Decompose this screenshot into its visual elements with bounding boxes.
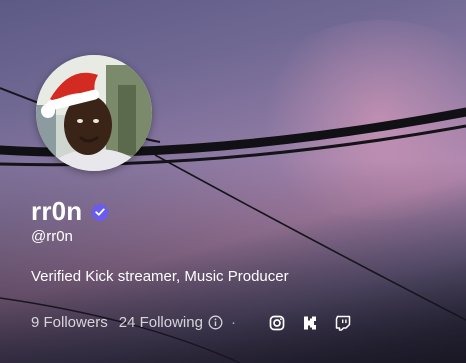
avatar[interactable] (36, 55, 152, 171)
bio-text: Verified Kick streamer, Music Producer (31, 268, 289, 285)
name-row: rr0n (31, 196, 110, 227)
following-label: Following (139, 314, 203, 331)
followers-count: 9 (31, 314, 40, 331)
info-icon[interactable] (208, 315, 223, 330)
following-count: 24 (118, 314, 136, 331)
followers-link[interactable]: 9 Followers (31, 314, 108, 331)
following-link[interactable]: 24 Following (119, 314, 203, 331)
username-handle: @rr0n (31, 228, 73, 245)
followers-label: Followers (43, 314, 108, 331)
twitch-icon[interactable] (335, 315, 351, 331)
instagram-icon[interactable] (269, 315, 285, 331)
stats-row: 9 Followers 24 Following · (31, 314, 351, 331)
kick-icon[interactable] (302, 315, 318, 331)
display-name: rr0n (31, 196, 83, 226)
verified-badge-icon (90, 202, 110, 222)
separator-dot: · (230, 314, 236, 331)
profile-header: rr0n @rr0n Verified Kick streamer, Music… (0, 0, 466, 363)
background-shade (0, 160, 466, 363)
